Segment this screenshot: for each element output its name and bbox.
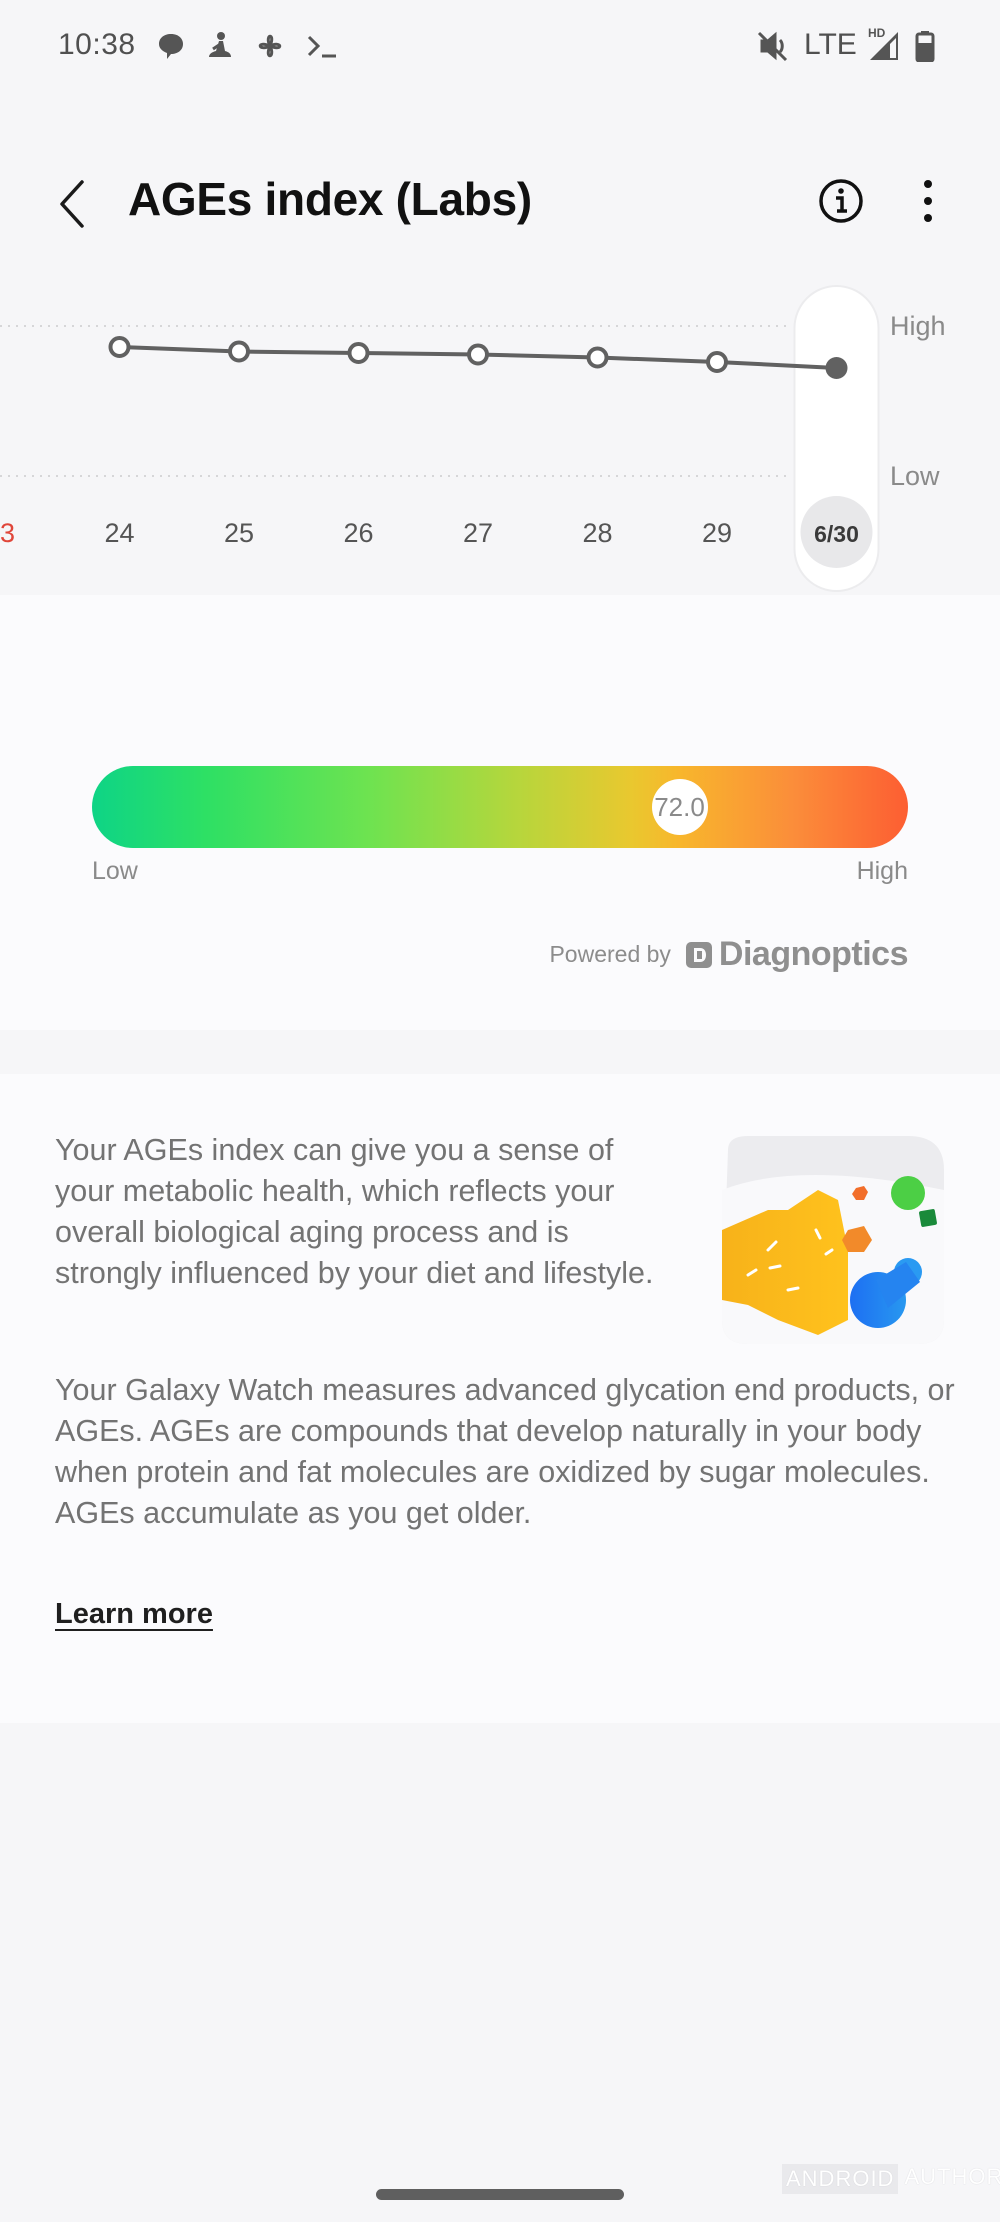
y-label-high: High	[890, 311, 946, 341]
data-point-29[interactable]	[706, 351, 728, 373]
data-point-6-30[interactable]	[825, 357, 848, 379]
network-type: LTE	[804, 28, 857, 61]
x-label-27[interactable]: 27	[463, 518, 493, 548]
y-label-low: Low	[890, 461, 940, 491]
watermark: ANDROID AUTHORITY	[782, 2164, 1000, 2194]
page-title: AGEs index (Labs)	[128, 173, 532, 225]
ages-gauge-card: 72.0 Low High Powered by Diagnoptics	[0, 595, 1000, 1030]
brand-name: Diagnoptics	[718, 935, 909, 973]
signal-icon	[868, 30, 900, 62]
x-label-28[interactable]: 28	[582, 518, 612, 548]
battery-icon	[914, 30, 936, 62]
info-button[interactable]	[816, 176, 866, 226]
data-point-25[interactable]	[228, 340, 250, 363]
info-paragraph-1: Your AGEs index can give you a sense of …	[55, 1133, 654, 1290]
watermark-part-1: ANDROID	[782, 2164, 899, 2194]
data-point-27[interactable]	[467, 343, 489, 366]
info-card: Your AGEs index can give you a sense of …	[0, 1074, 1000, 1723]
status-time: 10:38	[58, 28, 136, 61]
gauge-low-label: Low	[92, 857, 138, 885]
diagnoptics-logo-icon	[685, 941, 712, 968]
x-label-25[interactable]: 25	[224, 518, 254, 548]
info-icon	[819, 179, 863, 223]
gauge-high-label: High	[856, 857, 908, 885]
brand-logo: Diagnoptics	[685, 935, 909, 974]
pinwheel-icon	[254, 30, 286, 62]
data-point-24[interactable]	[108, 336, 131, 358]
data-point-26[interactable]	[347, 342, 370, 364]
learn-more-link[interactable]: Learn more	[55, 1598, 213, 1631]
chat-bubble-icon	[156, 30, 186, 62]
x-label-23[interactable]: 23	[0, 518, 15, 548]
watermark-part-2: AUTHORITY	[904, 2164, 1000, 2189]
x-label-24[interactable]: 24	[104, 518, 134, 548]
x-label-26[interactable]: 26	[343, 518, 373, 548]
chart-svg: High Low 23 24 25 26 27 28 29 6/30	[0, 285, 946, 592]
gauge-track: 72.0	[92, 766, 908, 848]
gesture-nav-handle[interactable]	[376, 2189, 624, 2200]
ages-trend-chart[interactable]: High Low 23 24 25 26 27 28 29 6/30	[0, 270, 1000, 595]
app-bar: AGEs index (Labs)	[0, 150, 1000, 260]
more-vertical-icon	[924, 180, 932, 222]
vibrate-mute-icon	[756, 30, 790, 62]
powered-by: Powered by Diagnoptics	[549, 935, 908, 974]
ages-molecule-illustration	[708, 1130, 948, 1350]
chevron-left-icon	[60, 180, 84, 228]
meditation-figure-icon	[206, 30, 234, 62]
gauge-value-marker: 72.0	[651, 779, 708, 835]
terminal-prompt-icon	[306, 30, 338, 62]
data-point-28[interactable]	[586, 346, 609, 369]
x-label-29[interactable]: 29	[702, 518, 732, 548]
x-label-6-30[interactable]: 6/30	[814, 521, 859, 547]
info-paragraph-2: Your Galaxy Watch measures advanced glyc…	[55, 1373, 955, 1530]
back-button[interactable]	[48, 172, 96, 232]
more-options-button[interactable]	[910, 176, 946, 226]
status-bar: 10:38 LTE HD	[0, 0, 1000, 92]
powered-by-text: Powered by	[549, 941, 671, 967]
